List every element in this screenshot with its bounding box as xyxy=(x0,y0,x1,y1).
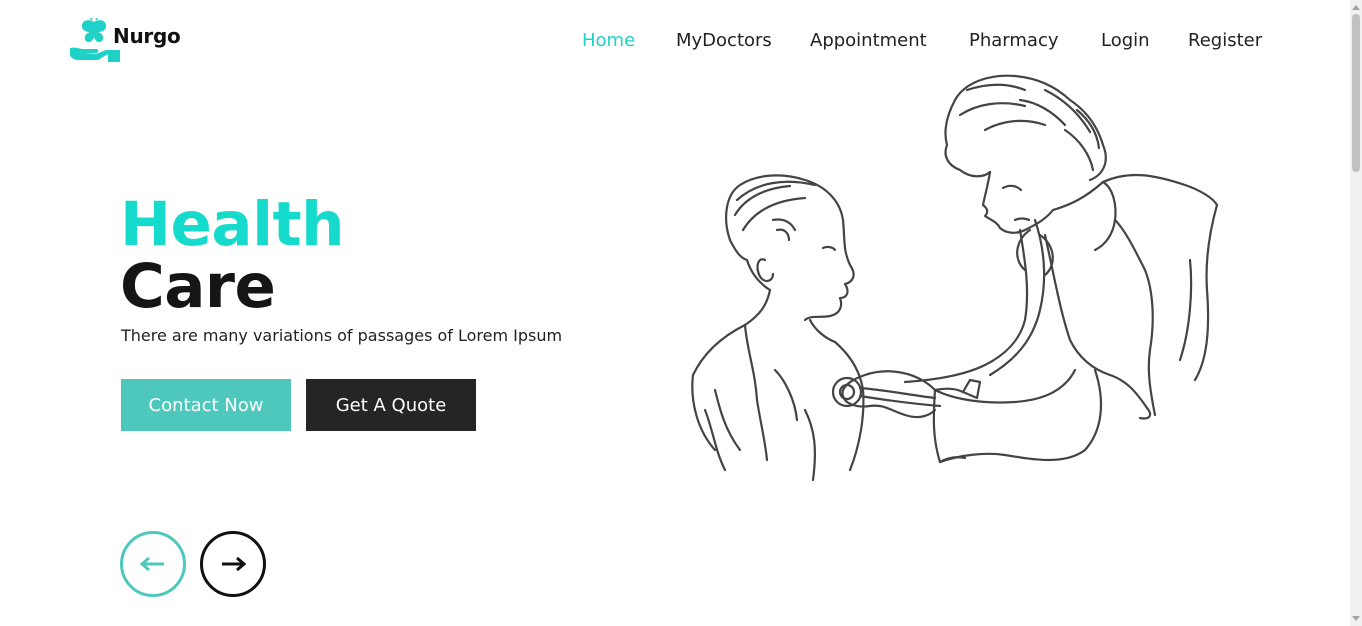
hero-subtitle: There are many variations of passages of… xyxy=(121,326,563,345)
hero-title-health: Health xyxy=(120,189,345,260)
nav-mydoctors[interactable]: MyDoctors xyxy=(676,30,772,51)
brand-logo[interactable]: Nurgo xyxy=(68,18,188,64)
nav-login[interactable]: Login xyxy=(1101,30,1150,51)
doctor-with-stethoscope-examining-boy-sketch xyxy=(691,74,1219,482)
nav-pharmacy[interactable]: Pharmacy xyxy=(969,30,1059,51)
contact-now-button[interactable]: Contact Now xyxy=(121,379,291,431)
scroll-up-arrow-icon[interactable] xyxy=(1352,2,1360,12)
slider-next-button[interactable] xyxy=(200,531,266,597)
hero-title-care: Care xyxy=(120,251,276,322)
nav-register[interactable]: Register xyxy=(1188,30,1262,51)
scrollbar-thumb[interactable] xyxy=(1352,14,1360,172)
arrow-right-icon xyxy=(222,557,246,571)
nav-appointment[interactable]: Appointment xyxy=(810,30,927,51)
get-a-quote-button[interactable]: Get A Quote xyxy=(306,379,476,431)
page: Nurgo Home MyDoctors Appointment Pharmac… xyxy=(0,0,1350,626)
nav-home[interactable]: Home xyxy=(582,30,635,51)
main-nav: Home MyDoctors Appointment Pharmacy Logi… xyxy=(560,30,1280,56)
scroll-down-arrow-icon[interactable] xyxy=(1352,614,1360,624)
brand-name: Nurgo xyxy=(113,24,181,48)
page-scrollbar[interactable] xyxy=(1350,0,1362,626)
slider-prev-button[interactable] xyxy=(120,531,186,597)
arrow-left-icon xyxy=(140,557,164,571)
